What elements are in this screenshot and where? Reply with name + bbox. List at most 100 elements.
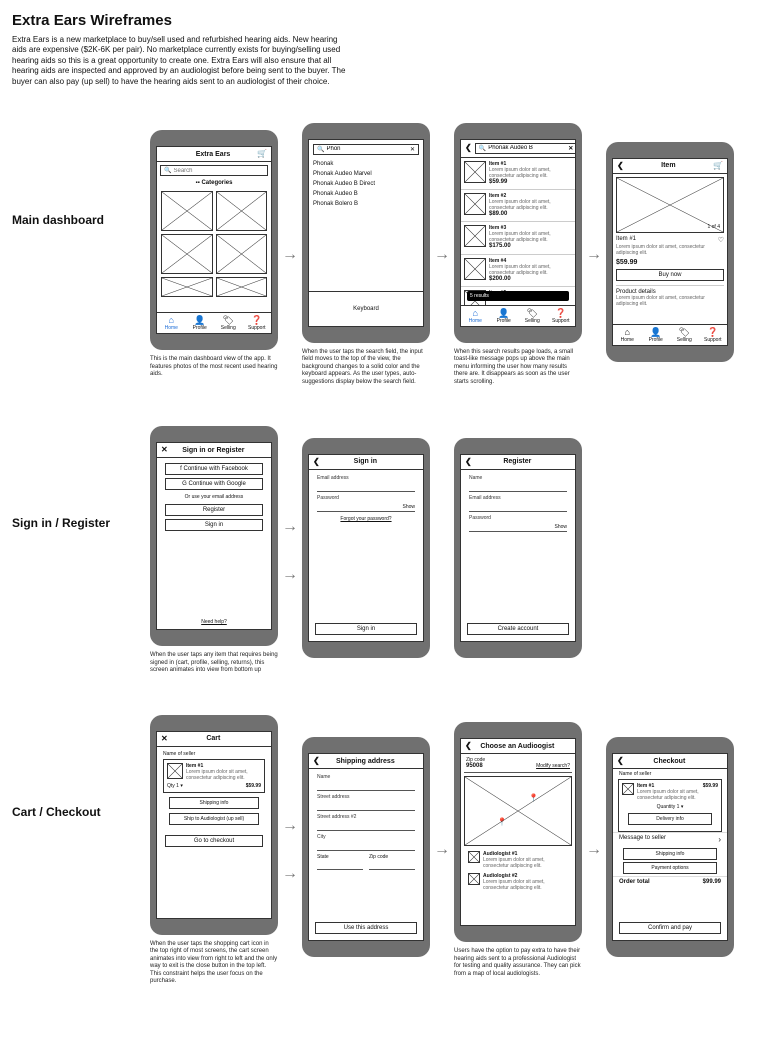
tab-profile[interactable]: 👤Profile — [642, 325, 671, 345]
name-field[interactable] — [317, 781, 415, 791]
screen-title: Shipping address — [320, 758, 411, 765]
product-thumb[interactable] — [161, 191, 213, 231]
product-thumb[interactable] — [161, 277, 213, 297]
cart-item-desc: Lorem ipsum dolor sit amet, consectetur … — [186, 769, 261, 781]
qty-selector[interactable]: Quantity 1 ▾ — [622, 804, 718, 810]
back-icon[interactable]: ❮ — [313, 757, 320, 765]
confirm-pay-button[interactable]: Confirm and pay — [619, 922, 721, 934]
forgot-password-link[interactable]: Forgot your password? — [311, 516, 421, 522]
product-thumb[interactable] — [216, 191, 268, 231]
phone-search-results: ❮ 🔍 ✕ 🛒 Item #1Lorem ipsum dolor sit ame… — [454, 123, 582, 343]
register-button[interactable]: Register — [165, 504, 263, 516]
tab-selling[interactable]: 🏷Selling — [518, 306, 547, 326]
result-row[interactable]: Item #1Lorem ipsum dolor sit amet, conse… — [461, 158, 575, 190]
audiologist-row[interactable]: Audiologist #1Lorem ipsum dolor sit amet… — [464, 849, 572, 871]
result-row[interactable]: Item #3Lorem ipsum dolor sit amet, conse… — [461, 222, 575, 254]
map-pin-icon[interactable]: 📍 — [529, 793, 539, 802]
suggestion-item[interactable]: Phonak Audeo B Direct — [309, 179, 423, 189]
back-icon[interactable]: ❮ — [465, 458, 472, 466]
back-icon[interactable]: ❮ — [617, 162, 624, 170]
password-field[interactable]: Show — [317, 502, 415, 512]
buy-button[interactable]: Buy now — [616, 269, 724, 281]
close-icon[interactable]: ✕ — [161, 735, 168, 743]
ship-audiologist-button[interactable]: Ship to Audiologist (up sell) — [169, 813, 259, 825]
back-icon[interactable]: ❮ — [617, 757, 624, 765]
signin-button[interactable]: Sign in — [165, 519, 263, 531]
audiologist-row[interactable]: Audiologist #2Lorem ipsum dolor sit amet… — [464, 871, 572, 893]
suggestion-item[interactable]: Phonak Bolero B — [309, 199, 423, 209]
close-icon[interactable]: ✕ — [161, 446, 168, 454]
shipping-info-button[interactable]: Shipping info — [169, 797, 259, 809]
back-icon[interactable]: ❮ — [465, 742, 472, 750]
suggestion-item[interactable]: Phonak Audeo B — [309, 189, 423, 199]
search-field[interactable] — [488, 145, 566, 151]
tab-selling[interactable]: 🏷Selling — [670, 325, 699, 345]
tab-profile[interactable]: 👤Profile — [490, 306, 519, 326]
result-row[interactable]: Item #4Lorem ipsum dolor sit amet, conse… — [461, 255, 575, 287]
tab-home[interactable]: ⌂Home — [613, 325, 642, 345]
street2-label: Street address #2 — [317, 814, 415, 820]
map-pin-icon[interactable]: 📍 — [497, 817, 507, 826]
password-field[interactable]: Show — [469, 522, 567, 532]
signin-submit-button[interactable]: Sign in — [315, 623, 417, 635]
use-address-button[interactable]: Use this address — [315, 922, 417, 934]
back-icon[interactable]: ❮ — [465, 144, 472, 152]
delivery-info-button[interactable]: Delivery info — [628, 813, 712, 825]
city-field[interactable] — [317, 841, 415, 851]
tab-selling[interactable]: 🏷Selling — [214, 313, 243, 333]
zip-field[interactable] — [369, 860, 415, 870]
checkout-button[interactable]: Go to checkout — [165, 835, 263, 847]
street1-label: Street address — [317, 794, 415, 800]
details-text: Lorem ipsum dolor sit amet, consectetur … — [616, 295, 724, 307]
search-icon: 🔍 — [164, 167, 171, 174]
product-thumb[interactable] — [216, 277, 268, 297]
checkout-item-price: $59.99 — [703, 783, 718, 789]
show-password[interactable]: Show — [554, 524, 567, 530]
search-field[interactable] — [326, 146, 407, 152]
search-field[interactable] — [173, 168, 264, 174]
clear-icon[interactable]: ✕ — [410, 146, 415, 153]
street1-field[interactable] — [317, 801, 415, 811]
result-row[interactable]: Item #2Lorem ipsum dolor sit amet, conse… — [461, 190, 575, 222]
qty-selector[interactable]: Qty 1 ▾ — [167, 783, 183, 789]
tab-home[interactable]: ⌂Home — [157, 313, 186, 333]
show-password[interactable]: Show — [402, 504, 415, 510]
tab-home[interactable]: ⌂Home — [461, 306, 490, 326]
payment-options-button[interactable]: Payment options — [623, 862, 717, 874]
search-input[interactable]: 🔍 — [160, 165, 268, 176]
tab-profile[interactable]: 👤Profile — [186, 313, 215, 333]
modify-search-link[interactable]: Modify search? — [536, 763, 570, 769]
favorite-icon[interactable]: ♡ — [718, 236, 724, 244]
categories-btn[interactable]: ▪▪ Categories — [157, 179, 271, 187]
back-icon[interactable]: ❮ — [313, 458, 320, 466]
state-field[interactable] — [317, 860, 363, 870]
continue-facebook-button[interactable]: f Continue with Facebook — [165, 463, 263, 475]
cart-icon[interactable]: 🛒 — [713, 162, 723, 170]
tab-support[interactable]: ❓Support — [547, 306, 576, 326]
name-field[interactable] — [469, 482, 567, 492]
item-hero-image[interactable]: 1 of 4 — [616, 177, 724, 233]
street2-field[interactable] — [317, 821, 415, 831]
shipping-info-button[interactable]: Shipping info — [623, 848, 717, 860]
cart-icon[interactable]: 🛒 — [257, 150, 267, 158]
caption: When the user taps any item that require… — [150, 652, 278, 675]
section-signin: Sign in / Register ✕Sign in or Register … — [12, 426, 747, 675]
create-account-button[interactable]: Create account — [467, 623, 569, 635]
product-thumb[interactable] — [161, 234, 213, 274]
map-view[interactable]: 📍 📍 — [464, 776, 572, 846]
tab-support[interactable]: ❓Support — [243, 313, 272, 333]
suggestion-item[interactable]: Phonak — [309, 159, 423, 169]
arrow-icon: → — [584, 841, 604, 859]
clear-icon[interactable]: ✕ — [568, 145, 573, 152]
search-input[interactable]: 🔍 ✕ — [313, 144, 419, 155]
email-field[interactable] — [317, 482, 415, 492]
suggestion-item[interactable]: Phonak Audeo Marvel — [309, 169, 423, 179]
message-seller-row[interactable]: Message to seller› — [613, 832, 727, 846]
product-thumb[interactable] — [216, 234, 268, 274]
need-help-link[interactable]: Need help? — [157, 619, 271, 625]
continue-google-button[interactable]: G Continue with Google — [165, 478, 263, 490]
tab-support[interactable]: ❓Support — [699, 325, 728, 345]
search-input[interactable]: 🔍 ✕ — [475, 143, 576, 154]
email-field[interactable] — [469, 502, 567, 512]
phone-signin-form: ❮Sign in Email address PasswordShow Forg… — [302, 438, 430, 658]
